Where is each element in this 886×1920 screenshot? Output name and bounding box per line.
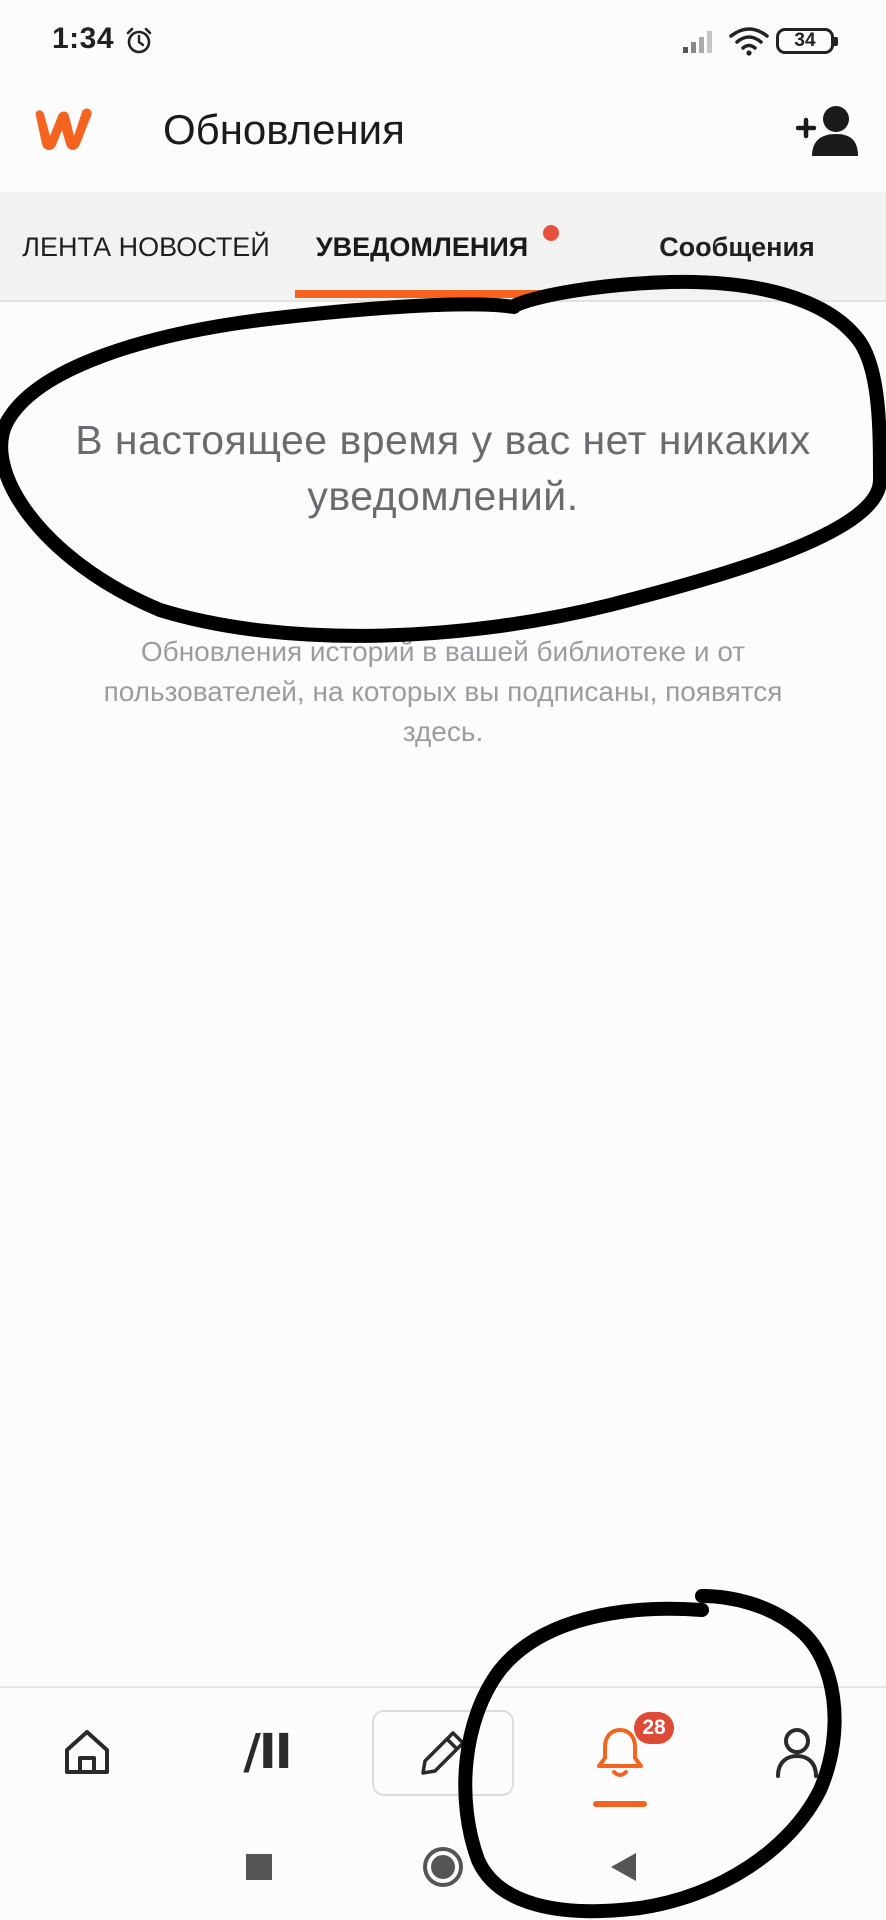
tab-notifications[interactable]: УВЕДОМЛЕНИЯ xyxy=(295,192,549,302)
bottom-nav: /II xyxy=(0,1686,886,1814)
alarm-icon xyxy=(126,27,152,54)
library-icon: /II xyxy=(243,1724,292,1780)
pencil-icon xyxy=(421,1731,465,1775)
nav-write-button[interactable] xyxy=(372,1710,514,1796)
tab-unread-dot xyxy=(543,225,559,241)
active-nav-indicator xyxy=(593,1801,647,1807)
tab-news-feed[interactable]: ЛЕНТА НОВОСТЕЙ xyxy=(0,192,292,302)
wifi-icon xyxy=(729,27,769,56)
nav-home-button[interactable] xyxy=(42,1688,132,1816)
active-tab-indicator xyxy=(295,290,549,298)
notification-badge: 28 xyxy=(634,1712,674,1744)
nav-profile-button[interactable] xyxy=(752,1688,842,1816)
signal-icon xyxy=(683,31,712,53)
system-nav-bar xyxy=(0,1814,886,1920)
home-icon xyxy=(65,1730,109,1774)
system-home-button[interactable] xyxy=(420,1844,466,1890)
tab-messages[interactable]: Сообщения xyxy=(612,192,862,302)
recents-button[interactable] xyxy=(236,1844,282,1890)
nav-notifications-button[interactable] xyxy=(574,1688,666,1816)
empty-state-title: В настоящее время у вас нет никаких увед… xyxy=(75,417,811,519)
home-circle-icon xyxy=(423,1847,463,1887)
wattpad-logo[interactable] xyxy=(28,98,100,158)
tab-bar: ЛЕНТА НОВОСТЕЙ УВЕДОМЛЕНИЯ Сообщения xyxy=(0,192,886,302)
add-user-icon[interactable] xyxy=(796,102,858,158)
back-icon xyxy=(611,1853,636,1881)
status-time: 1:34 xyxy=(52,22,115,55)
back-button[interactable] xyxy=(600,1844,646,1890)
app-header: Обновления xyxy=(0,80,886,192)
battery-icon: 34 xyxy=(776,28,838,54)
empty-state-description: Обновления историй в вашей библиотеке и … xyxy=(103,636,783,747)
recents-icon xyxy=(246,1854,272,1880)
status-bar: 1:34 34 xyxy=(0,0,886,80)
battery-level: 34 xyxy=(794,30,816,51)
user-icon xyxy=(776,1728,818,1778)
page-title: Обновления xyxy=(163,106,405,153)
nav-library-button[interactable]: /II xyxy=(222,1688,312,1816)
